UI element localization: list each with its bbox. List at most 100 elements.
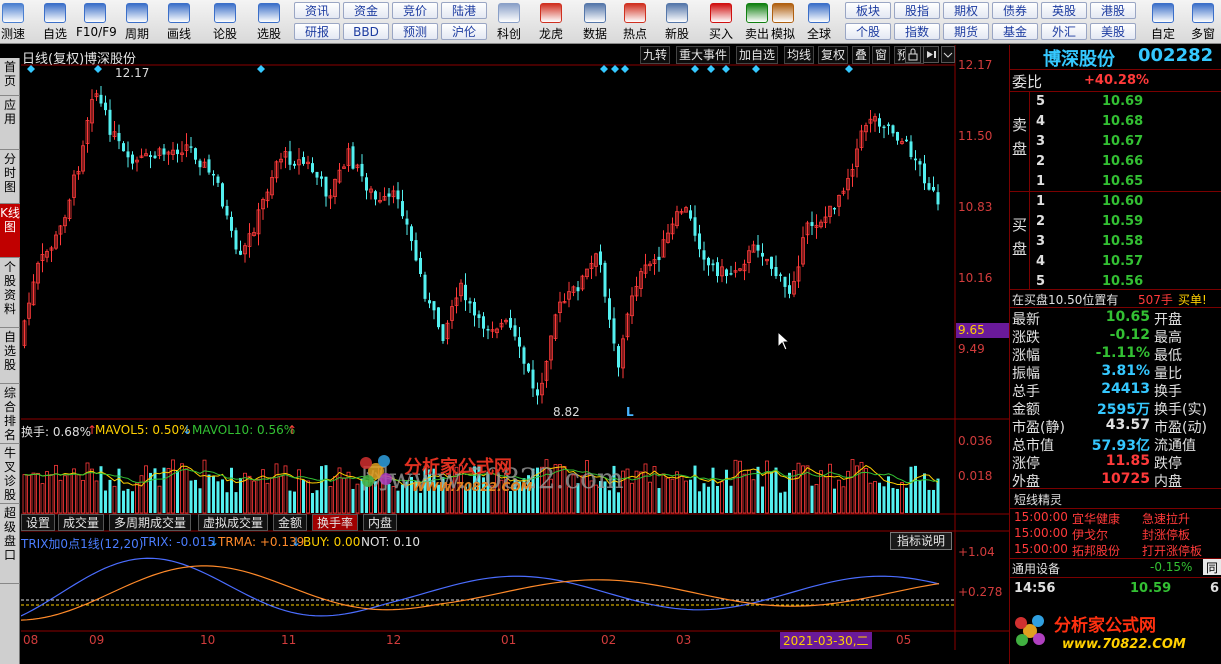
toolbar-button-8[interactable]: 龙虎 — [532, 2, 570, 42]
indicator-tab[interactable]: 内盘 — [363, 514, 398, 531]
elf-title[interactable]: 短线精灵 — [1014, 491, 1062, 508]
event-marker-icon[interactable] — [845, 65, 853, 73]
indicator-tab[interactable]: 虚拟成交量 — [198, 514, 269, 531]
event-marker-icon[interactable] — [257, 65, 265, 73]
order-price[interactable]: 10.68 — [1102, 114, 1143, 129]
sector-tag[interactable]: 同 — [1203, 559, 1221, 575]
toolbar-button-15[interactable]: 全球 — [800, 2, 838, 42]
order-price[interactable]: 10.65 — [1102, 174, 1143, 189]
toolbar-button-0[interactable]: 测速 — [0, 2, 26, 42]
trix-indicator-name[interactable]: TRIX加0点1线(12,20) — [21, 535, 143, 552]
quick-link-button[interactable]: 债券 — [992, 2, 1038, 19]
left-tab[interactable]: 应用 — [0, 96, 20, 150]
order-price[interactable]: 10.69 — [1102, 94, 1143, 109]
chart-menu-item[interactable]: 均线 — [784, 46, 815, 64]
elf-name[interactable]: 拓邦股份 — [1072, 542, 1120, 559]
quick-link-button[interactable]: 美股 — [1090, 23, 1136, 40]
elf-time[interactable]: 15:00:00 — [1014, 526, 1068, 540]
left-tab[interactable]: 自选股 — [0, 328, 20, 384]
toolbar-button-7[interactable]: 科创 — [490, 2, 528, 42]
event-marker-icon[interactable] — [722, 65, 730, 73]
chevron-down-icon[interactable] — [941, 46, 955, 63]
indicator-tab[interactable]: 多周期成交量 — [109, 514, 192, 531]
chart-menu-item[interactable]: 复权 — [818, 46, 849, 64]
left-tab[interactable]: K线图 — [0, 204, 20, 258]
event-marker-icon[interactable] — [752, 65, 760, 73]
toolbar-button-12[interactable]: 买入 — [702, 2, 740, 42]
quick-link-button[interactable]: 港股 — [1090, 2, 1136, 19]
event-marker-icon[interactable] — [621, 65, 629, 73]
order-price[interactable]: 10.56 — [1102, 274, 1143, 289]
toolbar-button-4[interactable]: 画线 — [160, 2, 198, 42]
left-tab[interactable]: 综合排名 — [0, 384, 20, 444]
kline-chart-svg[interactable] — [21, 45, 1009, 660]
quick-link-button[interactable]: BBD — [343, 23, 389, 40]
indicator-tab[interactable]: 设置 — [21, 514, 56, 531]
left-tab[interactable]: 个股资料 — [0, 258, 20, 328]
quick-link-button[interactable]: 研报 — [294, 23, 340, 40]
kline-chart-panel[interactable]: 日线(复权) 博深股份 九转重大事件加自选均线复权叠窗预测 12.17 11.5… — [21, 45, 1009, 660]
order-price[interactable]: 10.67 — [1102, 134, 1143, 149]
quick-link-button[interactable]: 沪伦 — [441, 23, 487, 40]
left-tab[interactable]: 超级盘口 — [0, 504, 20, 584]
chart-menu-item[interactable]: 九转 — [640, 46, 671, 64]
sector-name[interactable]: 通用设备 — [1012, 560, 1060, 577]
quick-link-button[interactable]: 个股 — [845, 23, 891, 40]
quick-link-button[interactable]: 期权 — [943, 2, 989, 19]
toolbar-button-9[interactable]: 数据 — [576, 2, 614, 42]
left-tab[interactable]: 牛叉诊股 — [0, 444, 20, 504]
toolbar-button-3[interactable]: 周期 — [118, 2, 156, 42]
left-tab[interactable]: 分时图 — [0, 150, 20, 204]
toolbar-button-14[interactable]: 模拟 — [764, 2, 802, 42]
elf-event[interactable]: 打开涨停板 — [1142, 542, 1202, 559]
elf-time[interactable]: 15:00:00 — [1014, 510, 1068, 524]
indicator-help-button[interactable]: 指标说明 — [890, 532, 952, 550]
quick-link-button[interactable]: 外汇 — [1041, 23, 1087, 40]
toolbar-button-1[interactable]: 自选 — [36, 2, 74, 42]
quick-link-button[interactable]: 基金 — [992, 23, 1038, 40]
quick-link-button[interactable]: 股指 — [894, 2, 940, 19]
order-price[interactable]: 10.66 — [1102, 154, 1143, 169]
event-marker-icon[interactable] — [600, 65, 608, 73]
indicator-tab[interactable]: 金额 — [273, 514, 308, 531]
event-marker-icon[interactable] — [691, 65, 699, 73]
quick-link-button[interactable]: 陆港 — [441, 2, 487, 19]
toolbar-button-16[interactable]: 自定 — [1144, 2, 1182, 42]
indicator-tab[interactable]: 换手率 — [312, 514, 359, 531]
order-price[interactable]: 10.59 — [1102, 214, 1143, 229]
elf-name[interactable]: 宜华健康 — [1072, 510, 1120, 527]
elf-time[interactable]: 15:00:00 — [1014, 542, 1068, 556]
chart-menu-item[interactable]: 窗 — [872, 46, 891, 64]
elf-event[interactable]: 封涨停板 — [1142, 526, 1190, 543]
quick-link-button[interactable]: 竞价 — [392, 2, 438, 19]
lock-icon[interactable] — [905, 46, 921, 63]
chart-menu-item[interactable]: 加自选 — [736, 46, 779, 64]
elf-name[interactable]: 伊戈尔 — [1072, 526, 1108, 543]
chart-menu-item[interactable]: 重大事件 — [676, 46, 731, 64]
play-arrow-icon[interactable] — [923, 46, 939, 63]
order-price[interactable]: 10.58 — [1102, 234, 1143, 249]
event-marker-icon[interactable] — [611, 65, 619, 73]
event-marker-icon[interactable] — [707, 65, 715, 73]
toolbar-button-5[interactable]: 论股 — [206, 2, 244, 42]
chart-menu-item[interactable]: 叠 — [852, 46, 871, 64]
indicator-tab[interactable]: 成交量 — [58, 514, 105, 531]
quick-link-button[interactable]: 英股 — [1041, 2, 1087, 19]
order-price[interactable]: 10.60 — [1102, 194, 1143, 209]
quick-link-button[interactable]: 预测 — [392, 23, 438, 40]
elf-event[interactable]: 急速拉升 — [1142, 510, 1190, 527]
stat-value: 57.93亿 — [1091, 438, 1150, 454]
order-price[interactable]: 10.57 — [1102, 254, 1143, 269]
quick-link-button[interactable]: 资金 — [343, 2, 389, 19]
toolbar-button-17[interactable]: 多窗 — [1184, 2, 1221, 42]
toolbar-button-2[interactable]: F10/F9 — [76, 2, 117, 42]
toolbar-button-label: 买入 — [708, 27, 733, 41]
quick-link-button[interactable]: 资讯 — [294, 2, 340, 19]
quick-link-button[interactable]: 板块 — [845, 2, 891, 19]
toolbar-button-11[interactable]: 新股 — [658, 2, 696, 42]
left-tab[interactable]: 首页 — [0, 58, 20, 96]
quick-link-button[interactable]: 指数 — [894, 23, 940, 40]
toolbar-button-10[interactable]: 热点 — [616, 2, 654, 42]
toolbar-button-6[interactable]: 选股 — [250, 2, 288, 42]
quick-link-button[interactable]: 期货 — [943, 23, 989, 40]
